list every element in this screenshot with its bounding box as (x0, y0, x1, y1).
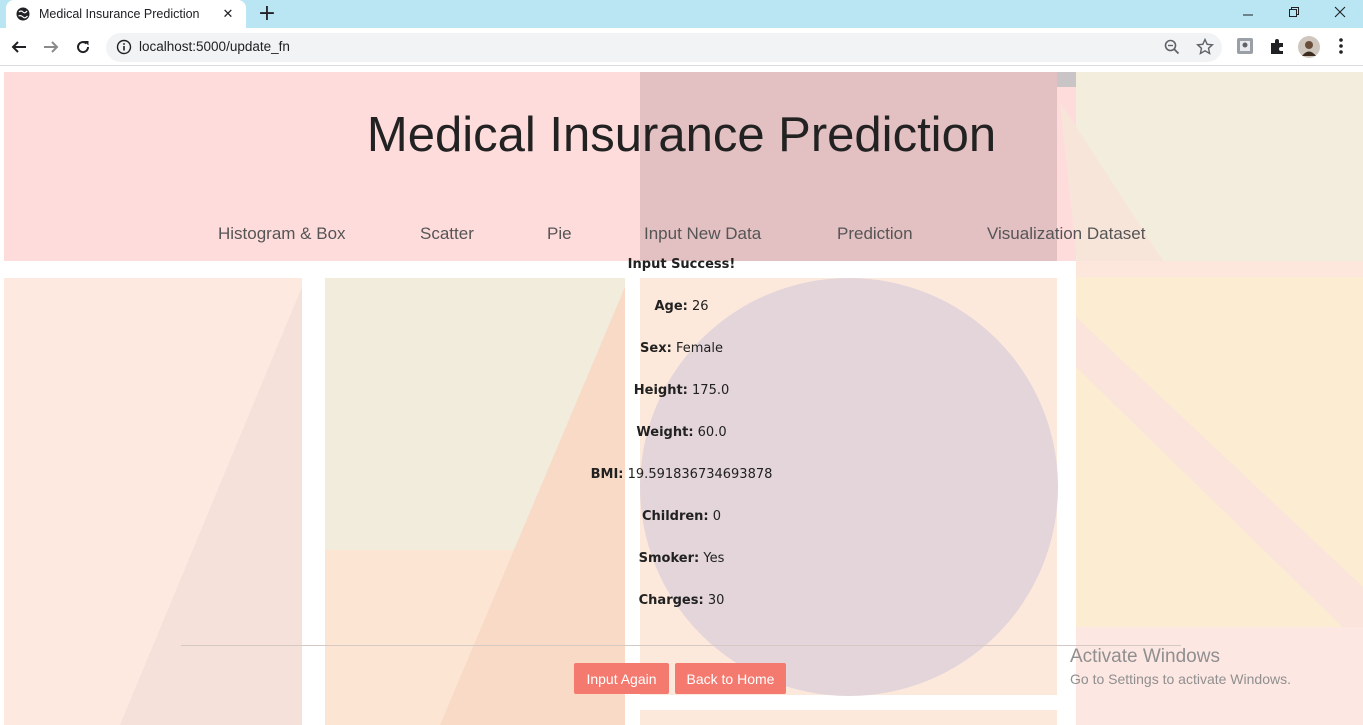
field-value: 0 (712, 509, 722, 524)
nav-link-prediction[interactable]: Prediction (837, 224, 913, 244)
forward-arrow-icon[interactable] (39, 35, 63, 59)
window-close-icon[interactable] (1317, 0, 1363, 24)
field-label: Sex: (640, 341, 672, 356)
tab-title: Medical Insurance Prediction (39, 7, 200, 21)
field-label: Children: (641, 509, 709, 524)
browser-tabbar: Medical Insurance Prediction ✕ + (0, 0, 1363, 28)
restore-icon[interactable] (1271, 0, 1317, 24)
field-charges: Charges: 30 (0, 593, 1363, 608)
profile-extension-icon[interactable] (1236, 37, 1254, 59)
field-label: Height: (633, 383, 688, 398)
close-icon[interactable]: ✕ (220, 7, 236, 22)
field-value: Female (675, 341, 723, 356)
field-value: 60.0 (697, 425, 727, 440)
nav-link-histogram-box[interactable]: Histogram & Box (218, 224, 346, 244)
field-label: Weight: (636, 425, 694, 440)
field-value: 26 (691, 299, 709, 314)
browser-tab[interactable]: Medical Insurance Prediction ✕ (6, 0, 246, 28)
activate-windows-title: Activate Windows (1070, 646, 1220, 667)
back-to-home-button[interactable]: Back to Home (675, 663, 786, 694)
globe-icon (16, 7, 30, 21)
field-label: BMI: (590, 467, 624, 482)
field-value: 19.591836734693878 (627, 467, 773, 482)
status-text: Input Success! (627, 257, 736, 272)
window-controls (1225, 0, 1363, 24)
minimize-icon[interactable] (1225, 0, 1271, 24)
plus-icon[interactable]: + (255, 1, 279, 26)
address-bar[interactable]: localhost:5000/update_fn (106, 33, 1222, 62)
kebab-menu-icon[interactable] (1338, 37, 1344, 59)
field-age: Age: 26 (0, 299, 1363, 314)
avatar[interactable] (1298, 36, 1320, 62)
status-message: Input Success! (0, 257, 1363, 272)
field-smoker: Smoker: Yes (0, 551, 1363, 566)
nav-link-input-new-data[interactable]: Input New Data (644, 224, 761, 244)
puzzle-icon[interactable] (1268, 37, 1286, 59)
field-label: Charges: (638, 593, 704, 608)
field-label: Age: (654, 299, 688, 314)
field-value: 30 (707, 593, 725, 608)
field-children: Children: 0 (0, 509, 1363, 524)
browser-toolbar: localhost:5000/update_fn (0, 28, 1363, 66)
divider (181, 645, 1181, 646)
field-bmi: BMI: 19.591836734693878 (0, 467, 1363, 482)
activate-windows-subtitle: Go to Settings to activate Windows. (1070, 671, 1291, 687)
field-height: Height: 175.0 (0, 383, 1363, 398)
zoom-icon[interactable] (1164, 39, 1180, 59)
back-arrow-icon[interactable] (7, 35, 31, 59)
input-again-button[interactable]: Input Again (574, 663, 669, 694)
nav-link-scatter[interactable]: Scatter (420, 224, 474, 244)
page-title: Medical Insurance Prediction (366, 108, 997, 162)
field-sex: Sex: Female (0, 341, 1363, 356)
reload-icon[interactable] (71, 35, 95, 59)
field-value: Yes (703, 551, 725, 566)
field-label: Smoker: (638, 551, 700, 566)
nav-link-pie[interactable]: Pie (547, 224, 572, 244)
info-icon[interactable] (116, 39, 132, 59)
field-value: 175.0 (692, 383, 730, 398)
page-content: Medical Insurance Prediction Histogram &… (0, 67, 1363, 725)
star-icon[interactable] (1195, 37, 1215, 60)
nav-link-visualization-dataset[interactable]: Visualization Dataset (987, 224, 1145, 244)
url-text: localhost:5000/update_fn (139, 39, 290, 54)
field-weight: Weight: 60.0 (0, 425, 1363, 440)
